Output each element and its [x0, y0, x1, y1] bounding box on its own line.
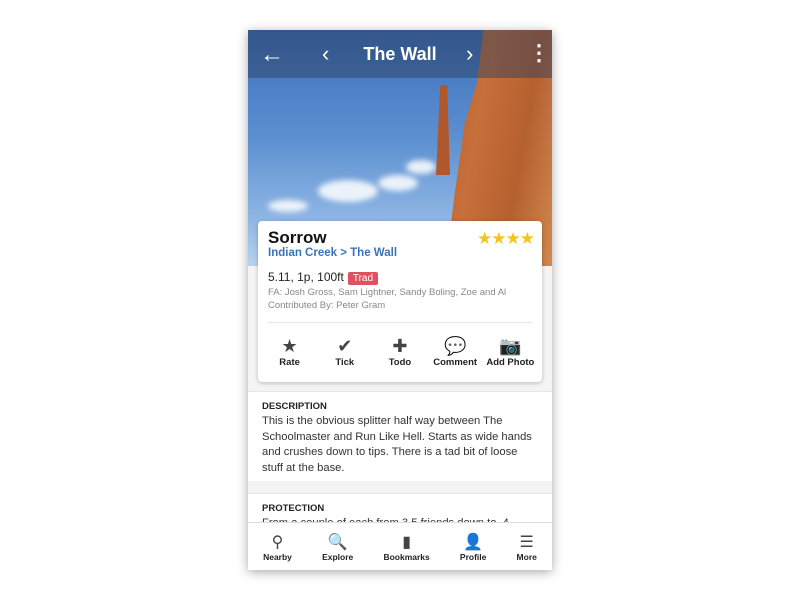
tab-label: Bookmarks	[383, 551, 430, 562]
route-name: Sorrow	[268, 228, 327, 247]
more-lines-icon: ☰	[519, 533, 534, 551]
protection-heading: PROTECTION	[262, 503, 325, 514]
type-badge: Trad	[347, 272, 379, 285]
comment-label: Comment	[433, 357, 478, 368]
star-rating: ★★★★	[477, 229, 535, 248]
todo-label: Todo	[388, 357, 412, 368]
phone-screen: ← ‹ The Wall › ⋮ Sorrow ★★★★ Indian Cree…	[248, 30, 552, 570]
breadcrumb: Indian Creek > The Wall	[268, 247, 397, 259]
bottom-tab-bar: ⚲ Nearby 🔍 Explore ▮ Bookmarks 👤 Profile ☰ Mo…	[248, 522, 552, 570]
action-row: ★ Rate ✔ Tick ✚ Todo 💬 Comment 📷 Add Photo	[258, 335, 542, 368]
tab-explore[interactable]: 🔍 Explore	[322, 532, 353, 562]
rate-label: Rate	[279, 357, 300, 368]
tab-label: More	[516, 551, 537, 562]
tab-more[interactable]: ☰ More	[517, 532, 537, 562]
page-title: The Wall	[363, 44, 437, 64]
grade-text: 5.11, 1p, 100ft	[268, 270, 344, 284]
chevron-right-icon[interactable]: ›	[466, 41, 473, 67]
breadcrumb-area[interactable]: Indian Creek	[268, 247, 337, 259]
camera-icon: 📷	[499, 336, 522, 356]
description-section: DESCRIPTION This is the obvious splitter…	[248, 391, 552, 481]
divider	[268, 322, 532, 323]
comment-button[interactable]: 💬 Comment	[429, 335, 481, 368]
search-icon: 🔍	[327, 533, 348, 551]
add-photo-label: Add Photo	[486, 357, 535, 368]
tab-label: Profile	[459, 551, 487, 562]
rate-button[interactable]: ★ Rate	[264, 335, 316, 368]
description-text: This is the obvious splitter half way be…	[262, 415, 532, 474]
tab-bookmarks[interactable]: ▮ Bookmarks	[383, 532, 429, 562]
chevron-right-icon: >	[340, 247, 347, 259]
bookmark-icon: ▮	[402, 533, 411, 551]
check-icon: ✔	[337, 336, 353, 356]
tab-label: Nearby	[263, 551, 292, 562]
add-photo-button[interactable]: 📷 Add Photo	[484, 335, 536, 368]
map-pin-icon: ⚲	[271, 533, 284, 551]
tab-label: Explore	[322, 551, 354, 562]
tab-profile[interactable]: 👤 Profile	[460, 532, 486, 562]
first-ascent: FA: Josh Gross, Sam Lightner, Sandy Boli…	[268, 287, 507, 298]
breadcrumb-crag[interactable]: The Wall	[350, 247, 397, 259]
more-vertical-icon[interactable]: ⋮	[528, 40, 550, 66]
todo-button[interactable]: ✚ Todo	[374, 335, 426, 368]
grade-info: 5.11, 1p, 100ft Trad	[268, 270, 379, 285]
speech-bubble-icon: 💬	[443, 336, 467, 356]
star-icon: ★	[281, 336, 298, 356]
plus-icon: ✚	[392, 336, 408, 356]
person-icon: 👤	[463, 533, 484, 551]
top-bar: ← ‹ The Wall › ⋮	[248, 30, 552, 78]
contributor: Contributed By: Peter Gram	[268, 300, 386, 311]
tab-nearby[interactable]: ⚲ Nearby	[263, 532, 292, 562]
route-card: Sorrow ★★★★ Indian Creek > The Wall 5.11…	[258, 221, 542, 382]
tick-label: Tick	[335, 357, 355, 368]
description-heading: DESCRIPTION	[262, 401, 327, 412]
tick-button[interactable]: ✔ Tick	[319, 335, 371, 368]
